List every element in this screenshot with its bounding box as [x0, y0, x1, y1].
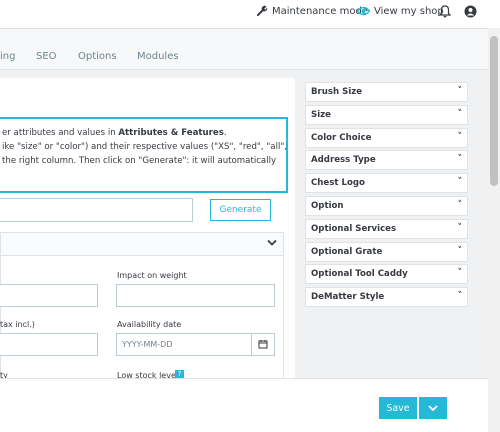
- availability-date-input[interactable]: YYYY-MM-DD: [116, 333, 275, 356]
- attribute-group-item[interactable]: Option ˅: [305, 196, 468, 216]
- calendar-button[interactable]: [251, 334, 274, 355]
- tab-seo[interactable]: SEO: [36, 51, 57, 62]
- attribute-group-label: Optional Tool Caddy: [311, 269, 408, 280]
- attribute-group-item[interactable]: Optional Grate ˅: [305, 241, 468, 262]
- chevron-down-icon: ˅: [457, 154, 463, 165]
- attribute-group-item[interactable]: Optional Tool Caddy ˅: [305, 264, 468, 285]
- user-account-icon[interactable]: [464, 5, 477, 18]
- chevron-down-icon: ˅: [457, 245, 463, 256]
- view-my-shop-link[interactable]: View my shop: [357, 5, 444, 17]
- scrollbar-thumb[interactable]: [490, 36, 498, 186]
- tab-options[interactable]: Options: [78, 51, 117, 62]
- eye-icon: [357, 6, 370, 16]
- attribute-group-label: DeMatter Style: [311, 292, 385, 303]
- chevron-down-icon: ˅: [457, 222, 463, 233]
- chevron-down-icon: ˅: [457, 131, 463, 142]
- info-line-3: the right column. Then click on "Generat…: [2, 156, 277, 166]
- chevron-down-icon: ˅: [457, 177, 463, 188]
- attribute-group-label: Optional Grate: [311, 246, 383, 257]
- top-bar: Maintenance mode View my shop: [0, 0, 500, 29]
- tab-pricing[interactable]: ing: [0, 51, 15, 62]
- save-options-dropdown[interactable]: [419, 397, 447, 419]
- view-my-shop-label: View my shop: [374, 5, 444, 17]
- product-tabs: ing SEO Options Modules: [0, 29, 488, 70]
- price-tax-label: tax incl.): [0, 320, 35, 329]
- impact-price-input[interactable]: [0, 284, 98, 307]
- chevron-down-icon: ˅: [457, 86, 463, 96]
- attribute-group-label: Chest Logo: [311, 178, 365, 189]
- date-placeholder: YYYY-MM-DD: [122, 340, 173, 349]
- info-line-2: ike "size" or "color") and their respect…: [2, 142, 288, 152]
- attribute-group-label: Color Choice: [311, 132, 372, 143]
- impact-weight-input[interactable]: [116, 284, 275, 307]
- attribute-group-item[interactable]: Chest Logo ˅: [305, 173, 468, 194]
- calendar-icon: [258, 340, 268, 349]
- chevron-down-icon: [428, 405, 438, 412]
- price-tax-incl-input[interactable]: [0, 333, 98, 356]
- maintenance-mode-label: Maintenance mode: [272, 5, 368, 17]
- attribute-group-label: Address Type: [311, 155, 376, 166]
- combination-header[interactable]: [0, 232, 284, 256]
- attribute-group-label: Option: [311, 201, 344, 211]
- chevron-down-icon: ˅: [457, 108, 463, 119]
- attribute-group-item[interactable]: Optional Services ˅: [305, 218, 468, 239]
- attribute-group-item[interactable]: Brush Size ˅: [305, 82, 468, 102]
- attribute-group-item[interactable]: DeMatter Style ˅: [305, 287, 468, 308]
- wrench-icon: [256, 5, 268, 17]
- bell-icon[interactable]: [439, 5, 451, 18]
- info-alert: er attributes and values in Attributes &…: [0, 117, 288, 193]
- availability-date-label: Availability date: [117, 320, 182, 329]
- chevron-down-icon: ˅: [457, 291, 463, 302]
- attribute-group-item[interactable]: Color Choice ˅: [305, 127, 468, 148]
- tab-modules[interactable]: Modules: [137, 51, 179, 62]
- attribute-group-label: Optional Services: [311, 223, 397, 234]
- save-button[interactable]: Save: [379, 397, 417, 419]
- attribute-tokens-input[interactable]: [0, 198, 193, 222]
- generate-button[interactable]: Generate: [210, 199, 271, 221]
- impact-weight-label: Impact on weight: [117, 271, 187, 280]
- chevron-down-icon: ˅: [457, 268, 463, 279]
- maintenance-mode-link[interactable]: Maintenance mode: [256, 5, 368, 17]
- info-line-1: er attributes and values in Attributes &…: [2, 128, 227, 138]
- chevron-down-icon[interactable]: [267, 239, 277, 247]
- attribute-group-label: Size: [311, 109, 331, 120]
- attribute-group-item[interactable]: Address Type ˅: [305, 150, 468, 171]
- chevron-down-icon: ˅: [457, 200, 463, 210]
- attribute-group-label: Brush Size: [311, 87, 363, 97]
- attribute-group-item[interactable]: Size ˅: [305, 104, 468, 125]
